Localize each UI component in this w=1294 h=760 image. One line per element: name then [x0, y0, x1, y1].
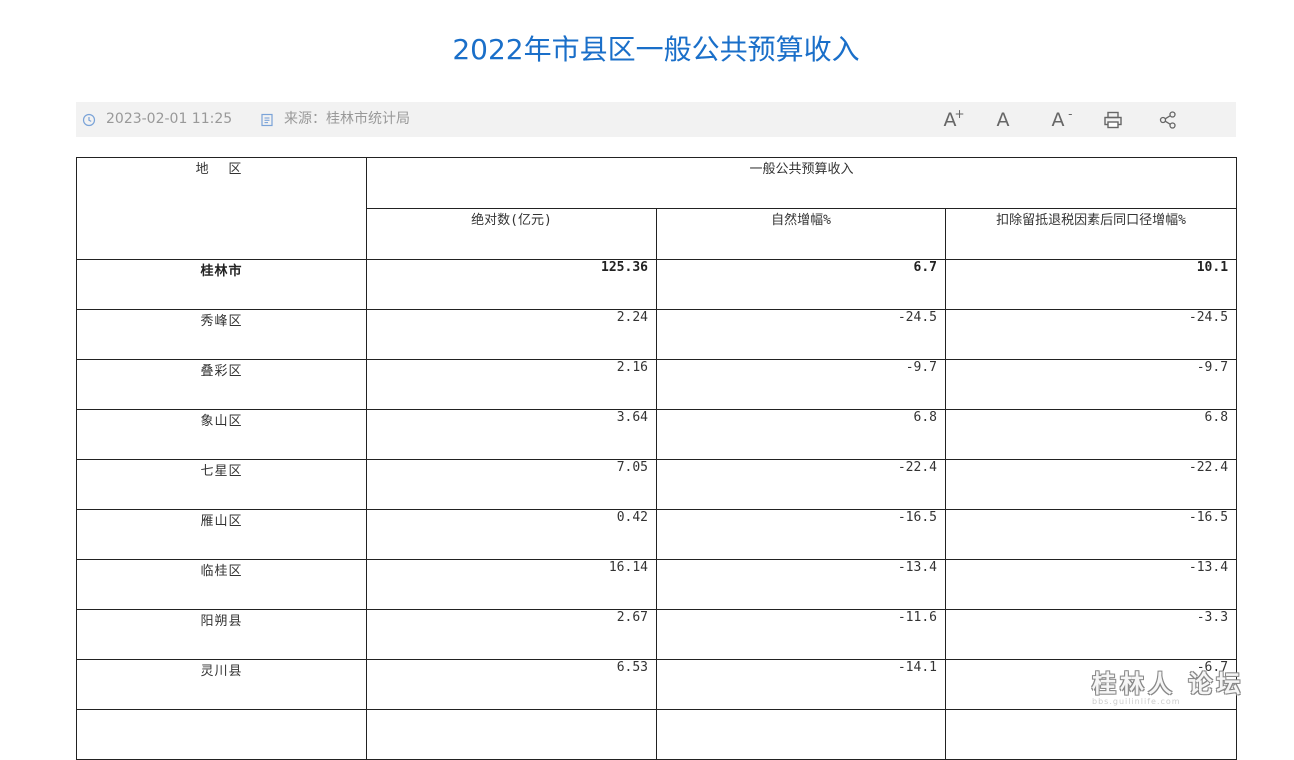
cell-absolute: 7.05	[366, 459, 657, 510]
header-adjusted-growth: 扣除留抵退税因素后同口径增幅%	[944, 208, 1238, 260]
cell-region: 灵川县	[76, 659, 367, 710]
cell-adjusted-growth: 10.1	[944, 259, 1238, 310]
document-icon	[261, 113, 273, 126]
cell-natural-growth: -24.5	[656, 309, 946, 360]
table-header-row: 地 区 一般公共预算收入	[76, 157, 1238, 260]
cell-absolute: 2.24	[366, 309, 657, 360]
cell-absolute: 2.16	[366, 359, 657, 410]
cell-natural-growth: -16.5	[656, 509, 946, 560]
cell-absolute: 125.36	[366, 259, 657, 310]
table-row: 阳朔县 2.67 -11.6 -3.3	[76, 609, 1238, 660]
cell-adjusted-growth: -22.4	[944, 459, 1238, 510]
font-default-icon: A	[996, 109, 1010, 131]
cell-natural-growth: -22.4	[656, 459, 946, 510]
forum-watermark: 桂林人 论坛 bbs.guilinlife.com	[1092, 664, 1252, 706]
header-region: 地 区	[76, 157, 367, 260]
cell-adjusted-growth: -9.7	[944, 359, 1238, 410]
cell-absolute: 2.67	[366, 609, 657, 660]
table-row: 七星区 7.05 -22.4 -22.4	[76, 459, 1238, 510]
clock-icon	[82, 113, 96, 126]
print-icon	[1104, 111, 1122, 129]
table-row: 叠彩区 2.16 -9.7 -9.7	[76, 359, 1238, 410]
table-row: 雁山区 0.42 -16.5 -16.5	[76, 509, 1238, 560]
cell-region: 七星区	[76, 459, 367, 510]
cell-natural-growth	[656, 709, 946, 760]
cell-adjusted-growth	[944, 709, 1238, 760]
cell-adjusted-growth: -13.4	[944, 559, 1238, 610]
budget-revenue-table: 地 区 一般公共预算收入 绝对数(亿元) 自然增幅% 扣除留抵退税因素后同口径增…	[76, 157, 1238, 760]
cell-natural-growth: -11.6	[656, 609, 946, 660]
table-row: 临桂区 16.14 -13.4 -13.4	[76, 559, 1238, 610]
article-source: 来源：桂林市统计局	[260, 102, 410, 137]
header-group: 一般公共预算收入	[365, 157, 1238, 209]
print-button[interactable]	[1101, 108, 1125, 132]
article-source-text: 来源：桂林市统计局	[284, 111, 410, 127]
share-button[interactable]	[1156, 108, 1180, 132]
cell-adjusted-growth: 6.8	[944, 409, 1238, 460]
watermark-main: 桂林人 论坛	[1092, 669, 1245, 698]
cell-region	[76, 709, 367, 760]
cell-adjusted-growth: -24.5	[944, 309, 1238, 360]
cell-absolute: 16.14	[366, 559, 657, 610]
cell-natural-growth: 6.8	[656, 409, 946, 460]
cell-adjusted-growth: -3.3	[944, 609, 1238, 660]
cell-natural-growth: -13.4	[656, 559, 946, 610]
font-increase-button[interactable]: A +	[938, 107, 965, 132]
cell-region: 临桂区	[76, 559, 367, 610]
cell-region: 象山区	[76, 409, 367, 460]
cell-region: 阳朔县	[76, 609, 367, 660]
font-decrease-button[interactable]: A-	[1046, 107, 1073, 132]
font-default-button[interactable]: A	[991, 108, 1015, 132]
cell-adjusted-growth: -16.5	[944, 509, 1238, 560]
page-title: 2022年市县区一般公共预算收入	[452, 33, 860, 66]
cell-natural-growth: -9.7	[656, 359, 946, 410]
cell-region: 桂林市	[76, 259, 367, 310]
cell-absolute	[366, 709, 657, 760]
header-absolute: 绝对数(亿元)	[366, 208, 657, 260]
cell-natural-growth: -14.1	[656, 659, 946, 710]
header-natural-growth: 自然增幅%	[656, 208, 946, 260]
font-increase-icon: A +	[943, 107, 965, 131]
table-row: 秀峰区 2.24 -24.5 -24.5	[76, 309, 1238, 360]
publish-date-text: 2023-02-01 11:25	[106, 111, 233, 127]
publish-date: 2023-02-01 11:25	[82, 102, 232, 137]
cell-region: 秀峰区	[76, 309, 367, 360]
table-row: 桂林市 125.36 6.7 10.1	[76, 259, 1238, 310]
font-decrease-icon: A-	[1051, 107, 1073, 131]
share-icon	[1159, 111, 1176, 129]
cell-region: 雁山区	[76, 509, 367, 560]
table-row	[76, 709, 1238, 760]
cell-absolute: 6.53	[366, 659, 657, 710]
table-row: 象山区 3.64 6.8 6.8	[76, 409, 1238, 460]
cell-region: 叠彩区	[76, 359, 367, 410]
cell-absolute: 3.64	[366, 409, 657, 460]
cell-absolute: 0.42	[366, 509, 657, 560]
table-row: 灵川县 6.53 -14.1 -6.7	[76, 659, 1238, 710]
article-meta-bar: 2023-02-01 11:25 来源：桂林市统计局 A + A A-	[76, 102, 1236, 137]
cell-natural-growth: 6.7	[656, 259, 946, 310]
